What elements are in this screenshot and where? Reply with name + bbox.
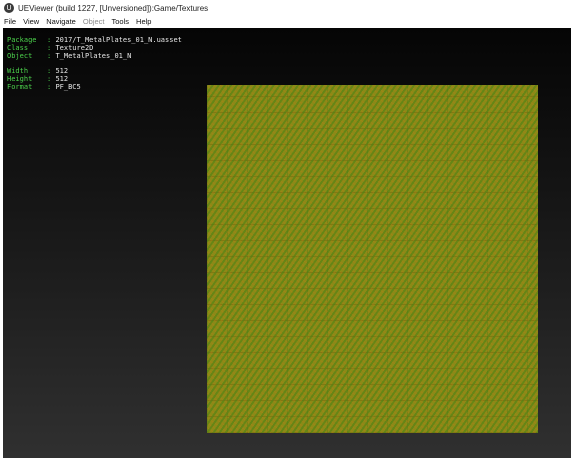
info-value: PF_BC5 (55, 83, 81, 92)
info-value: 2017/T_MetalPlates_01_N.uasset (55, 36, 182, 44)
menu-file[interactable]: File (4, 17, 16, 26)
texture-info-overlay: Package: 2017/T_MetalPlates_01_N.uasset … (7, 36, 182, 91)
info-row-height: Height: 512 (7, 75, 182, 83)
texture-preview-image (207, 85, 538, 433)
info-label: Height (7, 74, 33, 83)
info-label: Width (7, 66, 29, 75)
info-value: 512 (55, 66, 69, 75)
unreal-engine-logo-icon: U (4, 3, 14, 13)
menu-view[interactable]: View (23, 17, 39, 26)
info-row-package: Package: 2017/T_MetalPlates_01_N.uasset (7, 36, 182, 44)
info-label: Object (7, 52, 33, 61)
info-value: 512 (55, 74, 69, 83)
title-bar: U UEViewer (build 1227, [Unversioned]):G… (0, 0, 576, 16)
texture-viewport[interactable]: Package: 2017/T_MetalPlates_01_N.uasset … (3, 28, 571, 458)
info-label: Package (7, 36, 37, 44)
window-title: UEViewer (build 1227, [Unversioned]):Gam… (18, 3, 209, 13)
info-row-class: Class: Texture2D (7, 44, 182, 52)
info-value: T_MetalPlates_01_N (55, 52, 132, 61)
menu-bar: File View Navigate Object Tools Help (0, 16, 576, 27)
info-label: Format (7, 83, 33, 92)
menu-tools[interactable]: Tools (112, 17, 130, 26)
info-row-object: Object: T_MetalPlates_01_N (7, 52, 182, 60)
menu-object[interactable]: Object (83, 17, 105, 26)
menu-navigate[interactable]: Navigate (46, 17, 76, 26)
info-value: Texture2D (55, 44, 94, 53)
menu-help[interactable]: Help (136, 17, 151, 26)
app-window: U UEViewer (build 1227, [Unversioned]):G… (0, 0, 576, 458)
info-row-width: Width: 512 (7, 67, 182, 75)
info-row-format: Format: PF_BC5 (7, 83, 182, 91)
info-label: Class (7, 44, 29, 53)
